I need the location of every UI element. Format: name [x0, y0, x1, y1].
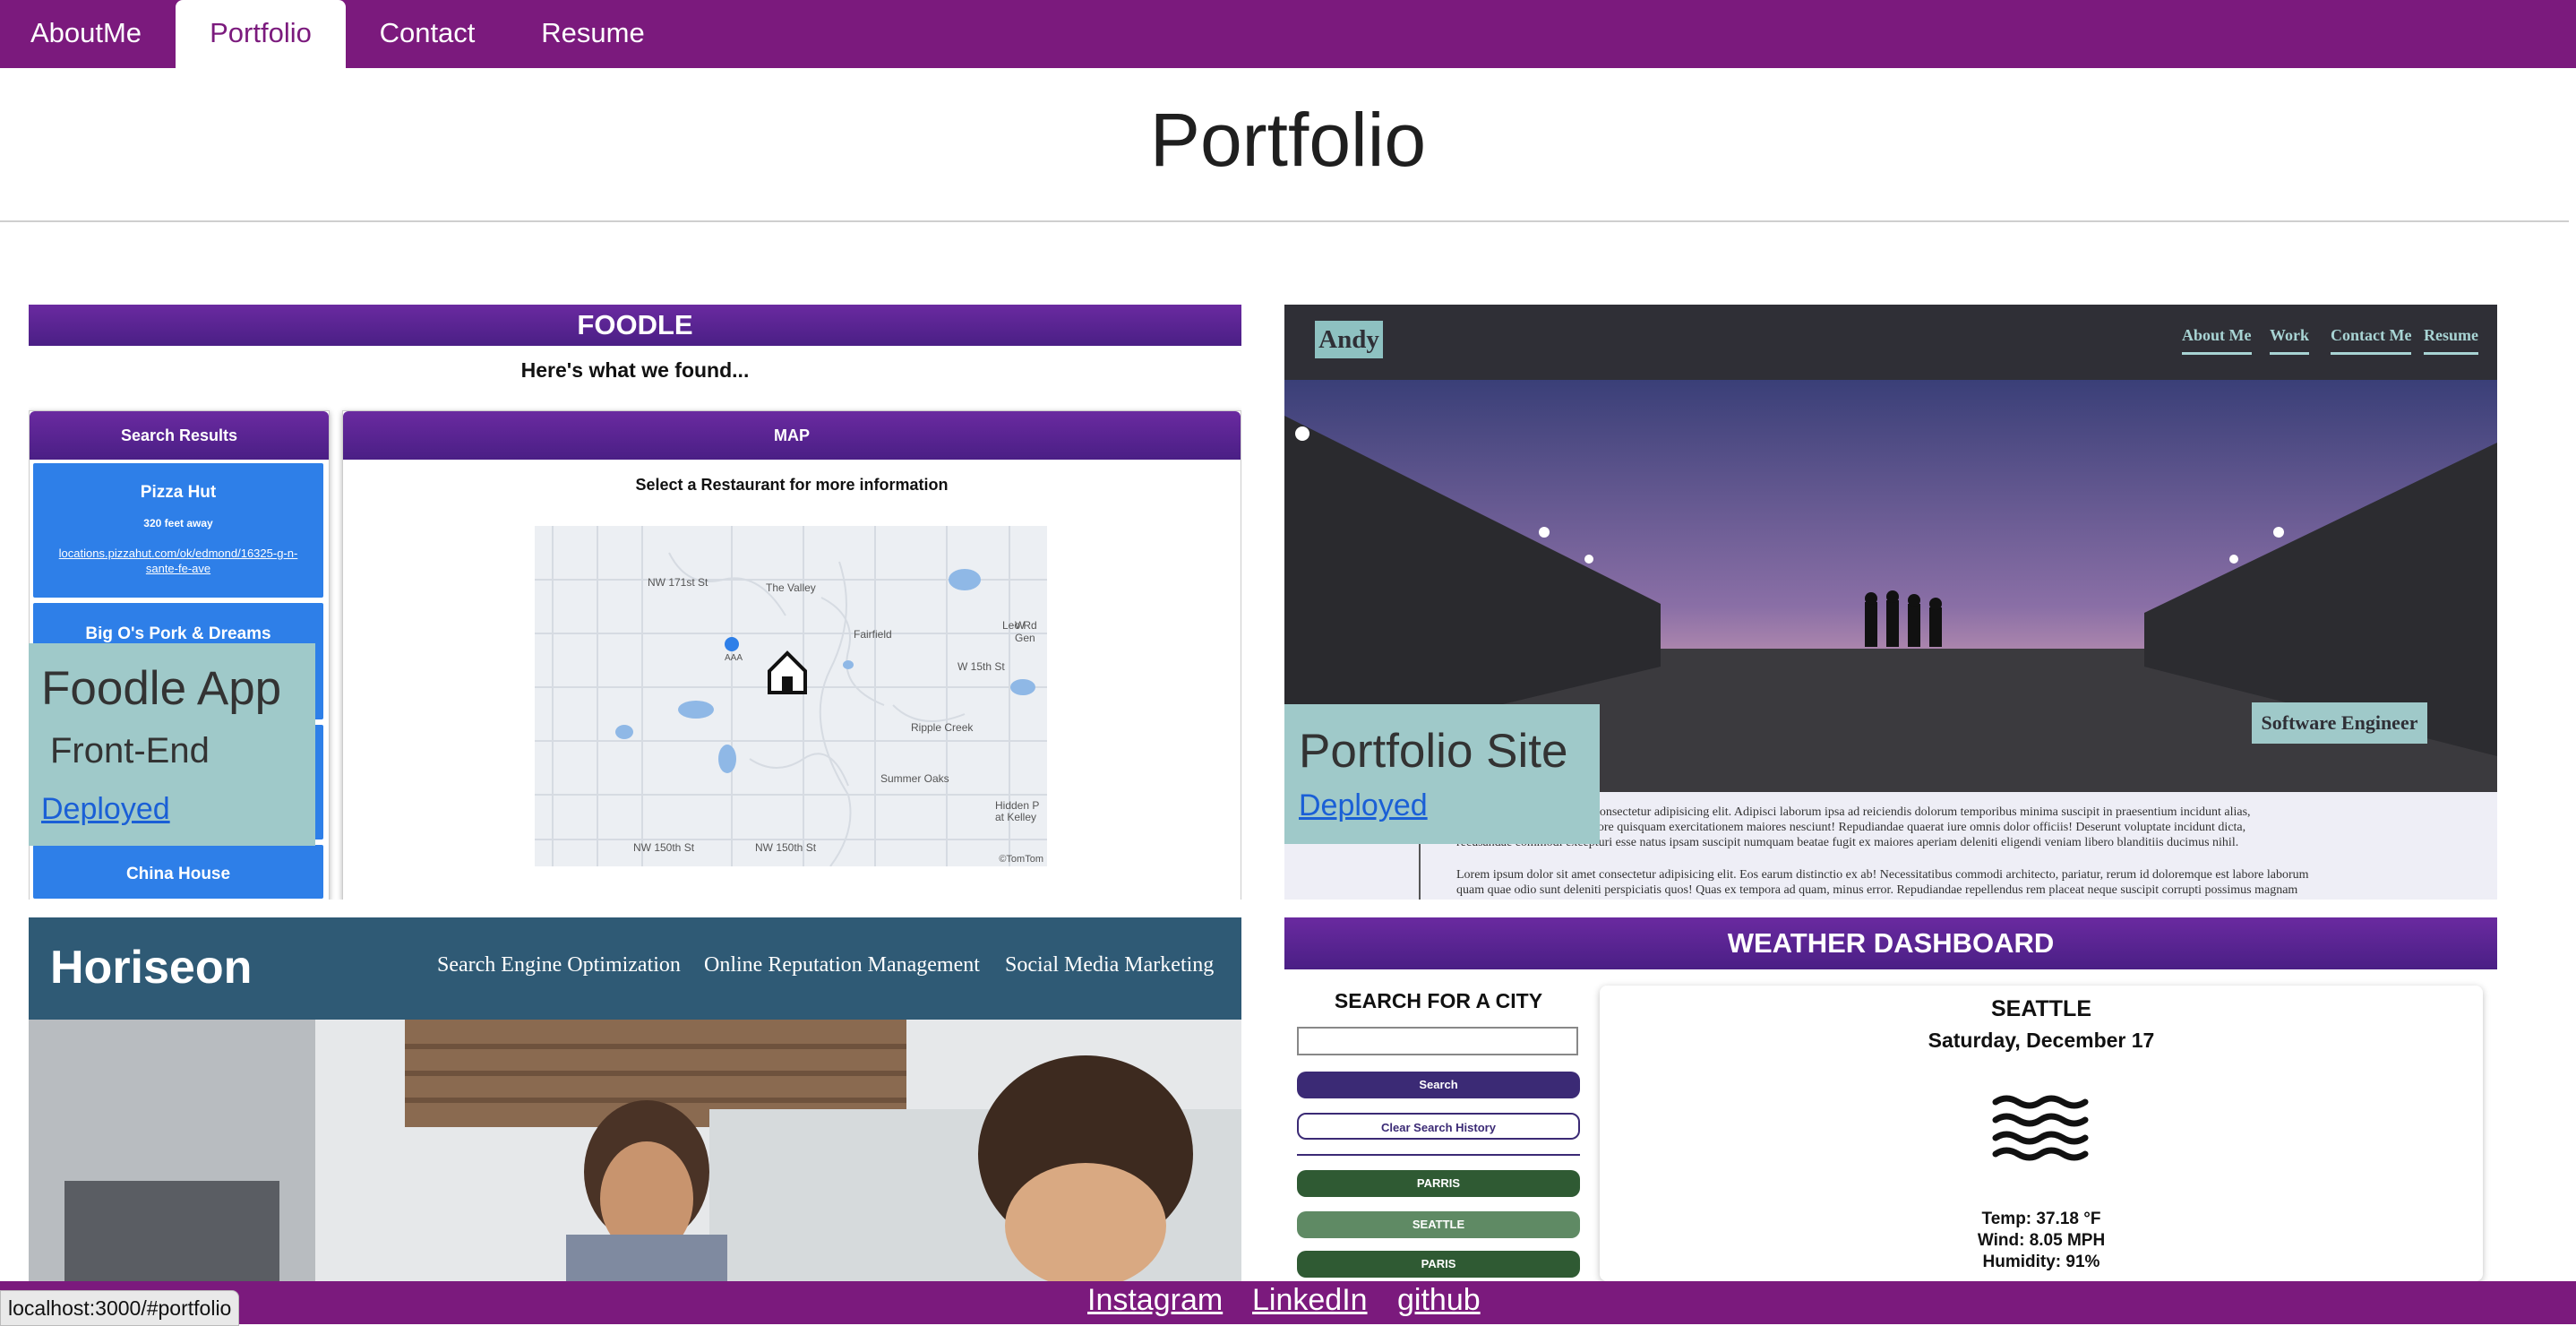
nav-portfolio[interactable]: Portfolio — [176, 0, 346, 68]
site-body-line: et consectetur adipisicing elit. Adipisc… — [1582, 805, 2251, 819]
site-logo: Andy — [1315, 321, 1383, 358]
result-name: Big O's Pork & Dreams — [85, 624, 271, 643]
map-label: AAA — [725, 653, 743, 663]
history-button-paris[interactable]: PARIS — [1297, 1251, 1580, 1278]
city-search-input[interactable] — [1297, 1027, 1578, 1055]
horiseon-nav-seo[interactable]: Search Engine Optimization — [437, 953, 681, 977]
weather-temp: Temp: 37.18 °F — [1981, 1210, 2101, 1228]
weather-header: WEATHER DASHBOARD — [1284, 917, 2497, 969]
map-label: NW 150th St — [633, 841, 695, 854]
result-link[interactable]: locations.pizzahut.com/ok/edmond/16325-g… — [44, 546, 313, 576]
search-button[interactable]: Search — [1297, 1072, 1580, 1098]
search-results-header: Search Results — [30, 411, 329, 460]
weather-humidity: Humidity: 91% — [1982, 1253, 2100, 1271]
horiseon-header: Horiseon Search Engine Optimization Onli… — [29, 917, 1241, 1020]
portfolio-overlay: Portfolio Site Deployed — [1284, 704, 1600, 844]
footer-instagram-link[interactable]: Instagram — [1087, 1283, 1223, 1318]
title-divider — [0, 220, 2569, 222]
map-label: Ripple Creek — [911, 721, 974, 734]
footer: Instagram LinkedIn github — [0, 1281, 2576, 1324]
weather-search-label: SEARCH FOR A CITY — [1334, 989, 1543, 1012]
top-nav: AboutMe Portfolio Contact Resume — [0, 0, 2576, 68]
foodle-subtitle: Here's what we found... — [520, 358, 750, 382]
site-nav-contact[interactable]: Contact Me — [2331, 326, 2412, 355]
weather-date: Saturday, December 17 — [1928, 1029, 2155, 1052]
map-header: MAP — [343, 411, 1241, 460]
foodle-deployed-link[interactable]: Deployed — [41, 792, 170, 827]
clear-history-button[interactable]: Clear Search History — [1297, 1113, 1580, 1140]
weather-wind: Wind: 8.05 MPH — [1977, 1231, 2106, 1250]
site-nav-work[interactable]: Work — [2270, 326, 2310, 355]
horiseon-hero-image — [29, 1020, 1241, 1281]
map-label: The Valley — [766, 581, 816, 594]
horiseon-nav-reputation[interactable]: Online Reputation Management — [704, 953, 980, 977]
map-label: W 15th St — [957, 660, 1005, 673]
map-streets — [535, 526, 1047, 866]
map-credit: ©TomTom — [999, 854, 1043, 865]
fog-icon — [1992, 1095, 2089, 1161]
result-distance: 320 feet away — [143, 517, 213, 530]
site-nav-resume[interactable]: Resume — [2424, 326, 2478, 355]
map-prompt: Select a Restaurant for more information — [635, 476, 949, 494]
foodle-overlay-title: Foodle App — [41, 662, 282, 715]
map-label-gen: W Gen — [1015, 619, 1035, 644]
site-body-line: quam quae odio sunt deleniti perspiciati… — [1456, 883, 2298, 897]
history-button-parris[interactable]: PARRIS — [1297, 1170, 1580, 1197]
map-panel: MAP Select a Restaurant for more informa… — [342, 410, 1241, 900]
foodle-overlay-subtitle: Front-End — [50, 731, 210, 771]
history-divider — [1297, 1154, 1580, 1156]
site-body-line: Lorem ipsum dolor sit amet consectetur a… — [1456, 868, 2309, 882]
footer-github-link[interactable]: github — [1397, 1283, 1481, 1318]
portfolio-overlay-title: Portfolio Site — [1299, 725, 1568, 778]
map-label: Summer Oaks — [880, 772, 949, 785]
weather-city: SEATTLE — [1990, 996, 2092, 1021]
project-card-portfolio-site[interactable]: Andy About Me Work Contact Me Resume Sof… — [1284, 305, 2497, 900]
portfolio-deployed-link[interactable]: Deployed — [1299, 788, 1428, 823]
site-body-line: dolore quisquam exercitationem maiores n… — [1582, 821, 2246, 834]
project-card-foodle[interactable]: FOODLE Here's what we found... Search Re… — [29, 305, 1241, 900]
nav-contact[interactable]: Contact — [358, 0, 496, 68]
foodle-overlay: Foodle App Front-End Deployed — [29, 643, 315, 846]
page-title: Portfolio — [1149, 98, 1427, 182]
result-name: China House — [125, 865, 231, 883]
result-name: Pizza Hut — [140, 483, 217, 502]
status-url-bar: localhost:3000/#portfolio — [0, 1290, 240, 1326]
map-label: NW 171st St — [648, 576, 708, 589]
horiseon-nav-social[interactable]: Social Media Marketing — [1005, 953, 1214, 977]
foodle-header: FOODLE — [29, 305, 1241, 346]
footer-linkedin-link[interactable]: LinkedIn — [1252, 1283, 1368, 1318]
result-item[interactable]: China House — [33, 845, 323, 899]
result-item[interactable]: Pizza Hut 320 feet away locations.pizzah… — [33, 463, 323, 598]
map-label: Fairfield — [854, 628, 892, 641]
history-button-seattle[interactable]: SEATTLE — [1297, 1211, 1580, 1238]
site-tagline: Software Engineer — [2252, 702, 2427, 744]
map-label: NW 150th St — [755, 841, 817, 854]
nav-resume[interactable]: Resume — [525, 0, 661, 68]
map-label: Hidden P at Kelley — [995, 799, 1040, 823]
current-weather-card: SEATTLE Saturday, December 17 Temp: 37.1… — [1600, 986, 2483, 1281]
nav-aboutme[interactable]: AboutMe — [0, 0, 172, 68]
map-view[interactable]: The Valley Fairfield Ripple Creek Summer… — [535, 526, 1047, 866]
project-card-horiseon[interactable]: Horiseon Search Engine Optimization Onli… — [29, 917, 1241, 1281]
horiseon-logo: Horiseon — [50, 942, 253, 994]
project-card-weather[interactable]: WEATHER DASHBOARD SEARCH FOR A CITY Sear… — [1284, 917, 2497, 1281]
site-nav-about[interactable]: About Me — [2182, 326, 2252, 355]
